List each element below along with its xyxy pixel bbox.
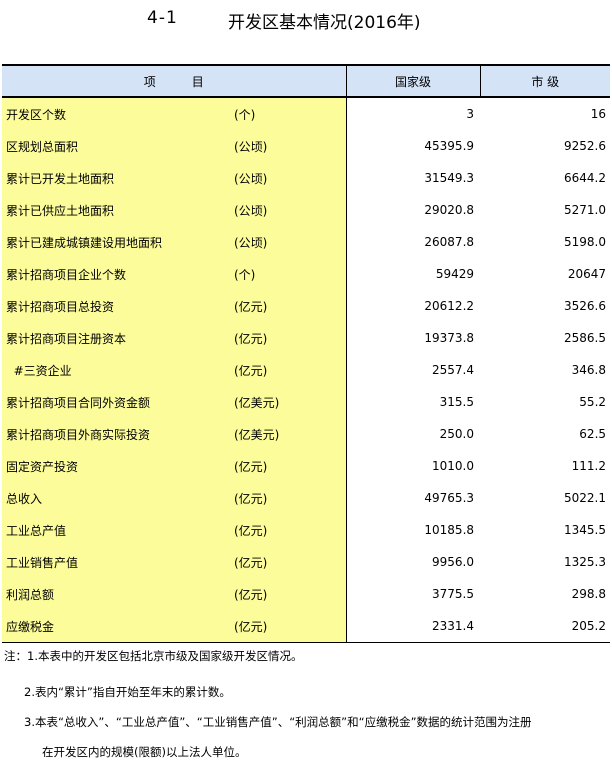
row-municipal-value: 1325.3 bbox=[564, 555, 607, 569]
row-unit: (亿元) bbox=[234, 290, 347, 322]
row-municipal-value: 62.5 bbox=[579, 427, 607, 441]
row-national-value: 10185.8 bbox=[424, 523, 475, 537]
row-unit: (公顷) bbox=[234, 130, 347, 162]
header-item: 项目 bbox=[2, 64, 347, 98]
table-title: 开发区基本情况(2016年) bbox=[228, 13, 421, 33]
row-national-value: 29020.8 bbox=[424, 203, 475, 217]
row-unit: (个) bbox=[234, 258, 347, 290]
note-line-4: 在开发区内的规模(限额)以上法人单位。 bbox=[42, 745, 247, 759]
table-row: 工业销售产值 (亿元) 9956.0 1325.3 bbox=[2, 546, 610, 578]
row-name: 累计招商项目外商实际投资 bbox=[2, 418, 234, 450]
row-national-value: 31549.3 bbox=[424, 171, 475, 185]
row-municipal-value: 9252.6 bbox=[564, 139, 607, 153]
row-municipal-value: 55.2 bbox=[579, 395, 607, 409]
row-national-value: 2557.4 bbox=[432, 363, 475, 377]
table-row: 利润总额 (亿元) 3775.5 298.8 bbox=[2, 578, 610, 610]
row-national-value: 3775.5 bbox=[432, 587, 475, 601]
row-national-value: 2331.4 bbox=[346, 610, 481, 643]
row-unit: (个) bbox=[234, 97, 347, 130]
table-row: 累计招商项目外商实际投资 (亿美元) 250.0 62.5 bbox=[2, 418, 610, 450]
table-body: 开发区个数 (个) 3 16 区规划总面积 (公顷) 45395.9 9252.6 累计已开发土… bbox=[2, 97, 611, 643]
table-row: 累计招商项目注册资本 (亿元) 19373.8 2586.5 bbox=[2, 322, 610, 354]
table-row: 固定资产投资 (亿元) 1010.0 111.2 bbox=[2, 450, 610, 482]
row-unit: (亿元) bbox=[234, 354, 347, 386]
row-national-value: 19373.8 bbox=[424, 331, 475, 345]
row-unit: (亿元) bbox=[234, 546, 347, 578]
row-unit: (公顷) bbox=[234, 162, 347, 194]
row-unit: (亿元) bbox=[234, 482, 347, 514]
table-number: 4-1 bbox=[147, 8, 178, 28]
table-row: 累计招商项目总投资 (亿元) 20612.2 3526.6 bbox=[2, 290, 610, 322]
note-line-1: 注：1.本表中的开发区包括北京市级及国家级开发区情况。 bbox=[4, 649, 303, 663]
header-national: 国家级 bbox=[346, 64, 481, 98]
table-row: 工业总产值 (亿元) 10185.8 1345.5 bbox=[2, 514, 610, 546]
table-row: #三资企业 (亿元) 2557.4 346.8 bbox=[2, 354, 610, 386]
row-name: 累计已建成城镇建设用地面积 bbox=[2, 226, 234, 258]
row-name: 应缴税金 bbox=[2, 610, 234, 643]
row-name: 工业销售产值 bbox=[2, 546, 234, 578]
row-unit: (亿元) bbox=[234, 514, 347, 546]
row-municipal-value: 3526.6 bbox=[564, 299, 607, 313]
row-name: 开发区个数 bbox=[2, 97, 234, 130]
statistics-table: 项目 国家级 市 级 开发区个数 (个) 3 16 区规划总面积 (公顷) 45395.9 9… bbox=[2, 64, 611, 643]
row-national-value: 20612.2 bbox=[424, 299, 475, 313]
row-unit: (亿美元) bbox=[234, 386, 347, 418]
row-municipal-value: 5271.0 bbox=[564, 203, 607, 217]
table-row: 累计已开发土地面积 (公顷) 31549.3 6644.2 bbox=[2, 162, 610, 194]
note-line-3: 3.本表“总收入”、“工业总产值”、“工业销售产值”、“利润总额”和“应缴税金”… bbox=[24, 715, 532, 729]
row-municipal-value: 205.2 bbox=[480, 610, 611, 643]
row-name: 累计已开发土地面积 bbox=[2, 162, 234, 194]
row-unit: (亿美元) bbox=[234, 418, 347, 450]
row-name: 总收入 bbox=[2, 482, 234, 514]
table-row: 总收入 (亿元) 49765.3 5022.1 bbox=[2, 482, 610, 514]
row-unit: (亿元) bbox=[234, 322, 347, 354]
row-municipal-value: 1345.5 bbox=[564, 523, 607, 537]
row-municipal-value: 16 bbox=[590, 107, 607, 121]
row-municipal-value: 5022.1 bbox=[564, 491, 607, 505]
row-name: 累计招商项目总投资 bbox=[2, 290, 234, 322]
header-municipal: 市 级 bbox=[480, 64, 611, 98]
table-row: 区规划总面积 (公顷) 45395.9 9252.6 bbox=[2, 130, 610, 162]
table-row: 累计招商项目企业个数 (个) 59429 20647 bbox=[2, 258, 610, 290]
row-name: 累计招商项目合同外资金额 bbox=[2, 386, 234, 418]
row-unit: (公顷) bbox=[234, 194, 347, 226]
note-line-2: 2.表内“累计”指自开始至年末的累计数。 bbox=[24, 685, 231, 699]
table-row: 开发区个数 (个) 3 16 bbox=[2, 97, 610, 130]
row-name: 利润总额 bbox=[2, 578, 234, 610]
row-unit: (亿元) bbox=[234, 450, 347, 482]
table-row: 累计招商项目合同外资金额 (亿美元) 315.5 55.2 bbox=[2, 386, 610, 418]
row-national-value: 49765.3 bbox=[424, 491, 475, 505]
row-national-value: 26087.8 bbox=[424, 235, 475, 249]
row-name: 区规划总面积 bbox=[2, 130, 234, 162]
page-title: 4-1 开发区基本情况(2016年) bbox=[0, 8, 612, 33]
row-national-value: 315.5 bbox=[439, 395, 475, 409]
row-unit: (公顷) bbox=[234, 226, 347, 258]
row-national-value: 45395.9 bbox=[424, 139, 475, 153]
row-unit: (亿元) bbox=[234, 578, 347, 610]
row-name: 固定资产投资 bbox=[2, 450, 234, 482]
table-row: 累计已供应土地面积 (公顷) 29020.8 5271.0 bbox=[2, 194, 610, 226]
row-municipal-value: 111.2 bbox=[571, 459, 607, 473]
row-municipal-value: 20647 bbox=[567, 267, 607, 281]
table-header-row: 项目 国家级 市 级 bbox=[2, 64, 611, 98]
row-municipal-value: 346.8 bbox=[571, 363, 607, 377]
row-national-value: 3 bbox=[466, 107, 475, 121]
row-name: 工业总产值 bbox=[2, 514, 234, 546]
row-name: #三资企业 bbox=[2, 354, 234, 386]
row-name: 累计招商项目企业个数 bbox=[2, 258, 234, 290]
row-name: 累计已供应土地面积 bbox=[2, 194, 234, 226]
row-national-value: 9956.0 bbox=[432, 555, 475, 569]
row-municipal-value: 6644.2 bbox=[564, 171, 607, 185]
row-national-value: 1010.0 bbox=[432, 459, 475, 473]
row-national-value: 250.0 bbox=[439, 427, 475, 441]
row-unit: (亿元) bbox=[234, 610, 347, 643]
row-municipal-value: 2586.5 bbox=[564, 331, 607, 345]
row-national-value: 59429 bbox=[435, 267, 475, 281]
row-municipal-value: 298.8 bbox=[571, 587, 607, 601]
row-name: 累计招商项目注册资本 bbox=[2, 322, 234, 354]
table-row: 累计已建成城镇建设用地面积 (公顷) 26087.8 5198.0 bbox=[2, 226, 610, 258]
row-municipal-value: 5198.0 bbox=[564, 235, 607, 249]
table-row: 应缴税金 (亿元) 2331.4 205.2 bbox=[2, 610, 611, 643]
